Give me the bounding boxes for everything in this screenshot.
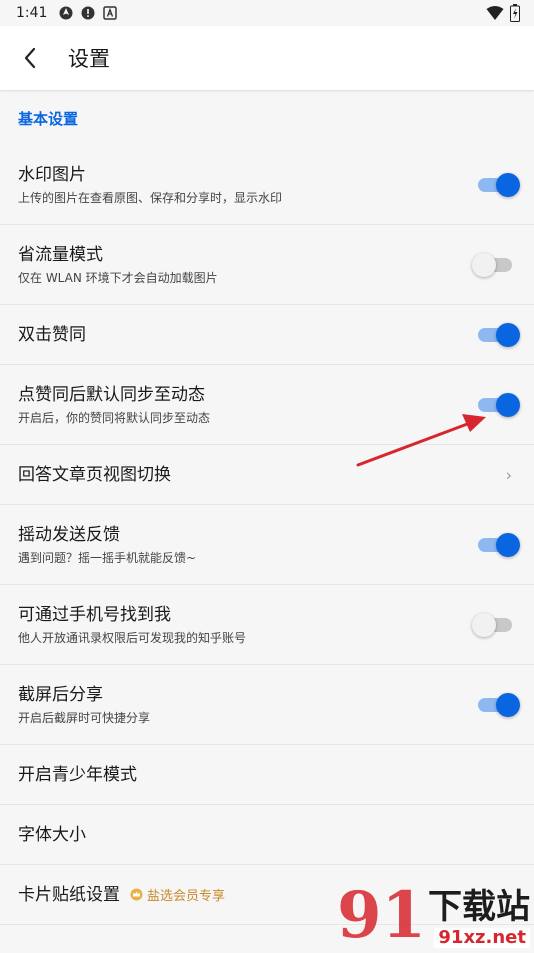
toggle-knob xyxy=(472,612,496,637)
setting-row-screenshot-share[interactable]: 截屏后分享 开启后截屏时可快捷分享 xyxy=(0,665,534,745)
back-button[interactable] xyxy=(0,26,60,90)
row-title: 点赞同后默认同步至动态 xyxy=(18,384,205,405)
find-by-phone-toggle[interactable] xyxy=(472,612,512,637)
wifi-icon xyxy=(486,6,504,20)
row-text: 截屏后分享 开启后截屏时可快捷分享 xyxy=(18,684,150,726)
battery-icon xyxy=(510,4,520,22)
a-icon xyxy=(103,6,118,20)
row-subtitle: 开启后截屏时可快捷分享 xyxy=(18,710,151,725)
row-subtitle: 仅在 WLAN 环境下才会自动加载图片 xyxy=(18,270,218,285)
alert-icon xyxy=(81,6,95,20)
row-title: 水印图片 xyxy=(18,164,86,185)
row-title: 可通过手机号找到我 xyxy=(18,604,171,625)
screenshot-share-toggle[interactable] xyxy=(478,692,520,717)
toggle-knob xyxy=(496,172,520,197)
setting-row-shake-feedback[interactable]: 摇动发送反馈 遇到问题？摇一摇手机就能反馈~ xyxy=(0,505,534,585)
setting-row-teen-mode[interactable]: 开启青少年模式 xyxy=(0,745,534,805)
setting-row-view-switch[interactable]: 回答文章页视图切换 › xyxy=(0,445,534,505)
setting-row-sync-upvote[interactable]: 点赞同后默认同步至动态 开启后，你的赞同将默认同步至动态 xyxy=(0,365,534,445)
setting-row-double-tap-upvote[interactable]: 双击赞同 xyxy=(0,305,534,365)
row-text: 水印图片 上传的图片在查看原图、保存和分享时，显示水印 xyxy=(18,164,282,206)
section-label-basic: 基本设置 xyxy=(18,110,79,128)
chevron-right-icon: › xyxy=(505,465,512,484)
status-icons-right xyxy=(486,4,520,22)
setting-row-card-sticker[interactable]: 卡片贴纸设置 盐选会员专享 xyxy=(0,865,534,925)
toggle-knob xyxy=(496,692,520,717)
row-text: 可通过手机号找到我 他人开放通讯录权限后可发现我的知乎账号 xyxy=(18,604,246,646)
settings-list: 水印图片 上传的图片在查看原图、保存和分享时，显示水印 省流量模式 仅在 WLA… xyxy=(0,145,534,925)
row-title: 字体大小 xyxy=(18,824,86,845)
data-saver-toggle[interactable] xyxy=(472,252,512,277)
vip-badge-label: 盐选会员专享 xyxy=(147,889,226,904)
row-title: 省流量模式 xyxy=(18,244,103,265)
toggle-knob xyxy=(472,252,496,277)
shake-feedback-toggle[interactable] xyxy=(478,532,520,557)
status-bar: 1:41 xyxy=(0,0,534,26)
setting-row-watermark[interactable]: 水印图片 上传的图片在查看原图、保存和分享时，显示水印 xyxy=(0,145,534,225)
row-title: 开启青少年模式 xyxy=(18,764,137,785)
double-tap-upvote-toggle[interactable] xyxy=(478,322,520,347)
sync-upvote-toggle[interactable] xyxy=(478,392,520,417)
status-icons-left xyxy=(59,6,118,20)
row-text: 回答文章页视图切换 xyxy=(18,464,171,486)
row-subtitle: 开启后，你的赞同将默认同步至动态 xyxy=(18,410,211,425)
row-text: 卡片贴纸设置 盐选会员专享 xyxy=(18,884,225,906)
navigation-icon xyxy=(59,6,73,20)
row-subtitle: 遇到问题？摇一摇手机就能反馈~ xyxy=(18,550,197,565)
row-subtitle: 他人开放通讯录权限后可发现我的知乎账号 xyxy=(18,630,247,645)
row-text: 省流量模式 仅在 WLAN 环境下才会自动加载图片 xyxy=(18,244,218,286)
status-time: 1:41 xyxy=(16,5,48,21)
row-text: 开启青少年模式 xyxy=(18,764,137,786)
row-text: 摇动发送反馈 遇到问题？摇一摇手机就能反馈~ xyxy=(18,524,196,566)
app-header: 设置 xyxy=(0,26,534,90)
setting-row-find-by-phone[interactable]: 可通过手机号找到我 他人开放通讯录权限后可发现我的知乎账号 xyxy=(0,585,534,665)
setting-row-font-size[interactable]: 字体大小 xyxy=(0,805,534,865)
toggle-knob xyxy=(496,322,520,347)
toggle-knob xyxy=(496,532,520,557)
row-title: 回答文章页视图切换 xyxy=(18,464,171,485)
row-text: 字体大小 xyxy=(18,824,86,846)
watermark-toggle[interactable] xyxy=(478,172,520,197)
back-arrow-icon xyxy=(24,47,36,69)
row-title: 截屏后分享 xyxy=(18,684,103,705)
toggle-knob xyxy=(496,392,520,417)
row-text: 双击赞同 xyxy=(18,324,86,346)
row-title: 摇动发送反馈 xyxy=(18,524,120,545)
row-subtitle: 上传的图片在查看原图、保存和分享时，显示水印 xyxy=(18,190,283,205)
page-title: 设置 xyxy=(68,47,110,71)
row-title: 卡片贴纸设置 xyxy=(18,884,120,905)
row-title: 双击赞同 xyxy=(18,324,86,345)
setting-row-data-saver[interactable]: 省流量模式 仅在 WLAN 环境下才会自动加载图片 xyxy=(0,225,534,305)
vip-badge: 盐选会员专享 xyxy=(130,885,225,904)
watermark-url: 91xz.net xyxy=(434,928,530,948)
vip-crown-icon xyxy=(130,888,143,901)
row-text: 点赞同后默认同步至动态 开启后，你的赞同将默认同步至动态 xyxy=(18,384,210,426)
